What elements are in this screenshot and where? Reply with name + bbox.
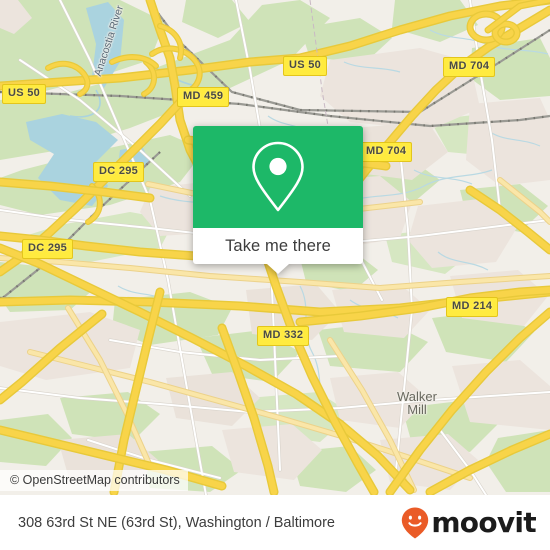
road-shield[interactable]: MD 459: [177, 87, 230, 107]
road-shield[interactable]: MD 704: [360, 142, 413, 162]
location-popup-card[interactable]: Take me there: [193, 126, 363, 274]
road-shield[interactable]: MD 704: [443, 57, 496, 77]
road-shield[interactable]: DC 295: [22, 239, 74, 259]
osm-attribution[interactable]: © OpenStreetMap contributors: [0, 470, 188, 491]
moovit-logo[interactable]: moovit: [400, 505, 537, 540]
road-shield[interactable]: DC 295: [93, 162, 145, 182]
road-shield[interactable]: MD 332: [257, 326, 310, 346]
road-shield[interactable]: MD 214: [446, 297, 499, 317]
moovit-smiley-pin-icon: [402, 507, 429, 538]
bottom-info-bar: 308 63rd St NE (63rd St), Washington / B…: [0, 495, 550, 550]
road-shield[interactable]: US 50: [283, 56, 328, 76]
moovit-wordmark: moovit: [431, 505, 536, 539]
take-me-there-button[interactable]: Take me there: [193, 228, 363, 264]
popup-pointer-tail: [267, 264, 289, 274]
location-pin-icon: [252, 141, 304, 212]
location-title: 308 63rd St NE (63rd St), Washington / B…: [18, 514, 335, 531]
popup-pin-panel: [193, 126, 363, 228]
map-canvas[interactable]: .grn { fill:#cfe3b8; } .grn2 { fill:#d6e…: [0, 0, 550, 495]
take-me-there-label: Take me there: [225, 236, 331, 255]
road-shield[interactable]: US 50: [2, 84, 47, 104]
map-screenshot: .grn { fill:#cfe3b8; } .grn2 { fill:#d6e…: [0, 0, 550, 550]
